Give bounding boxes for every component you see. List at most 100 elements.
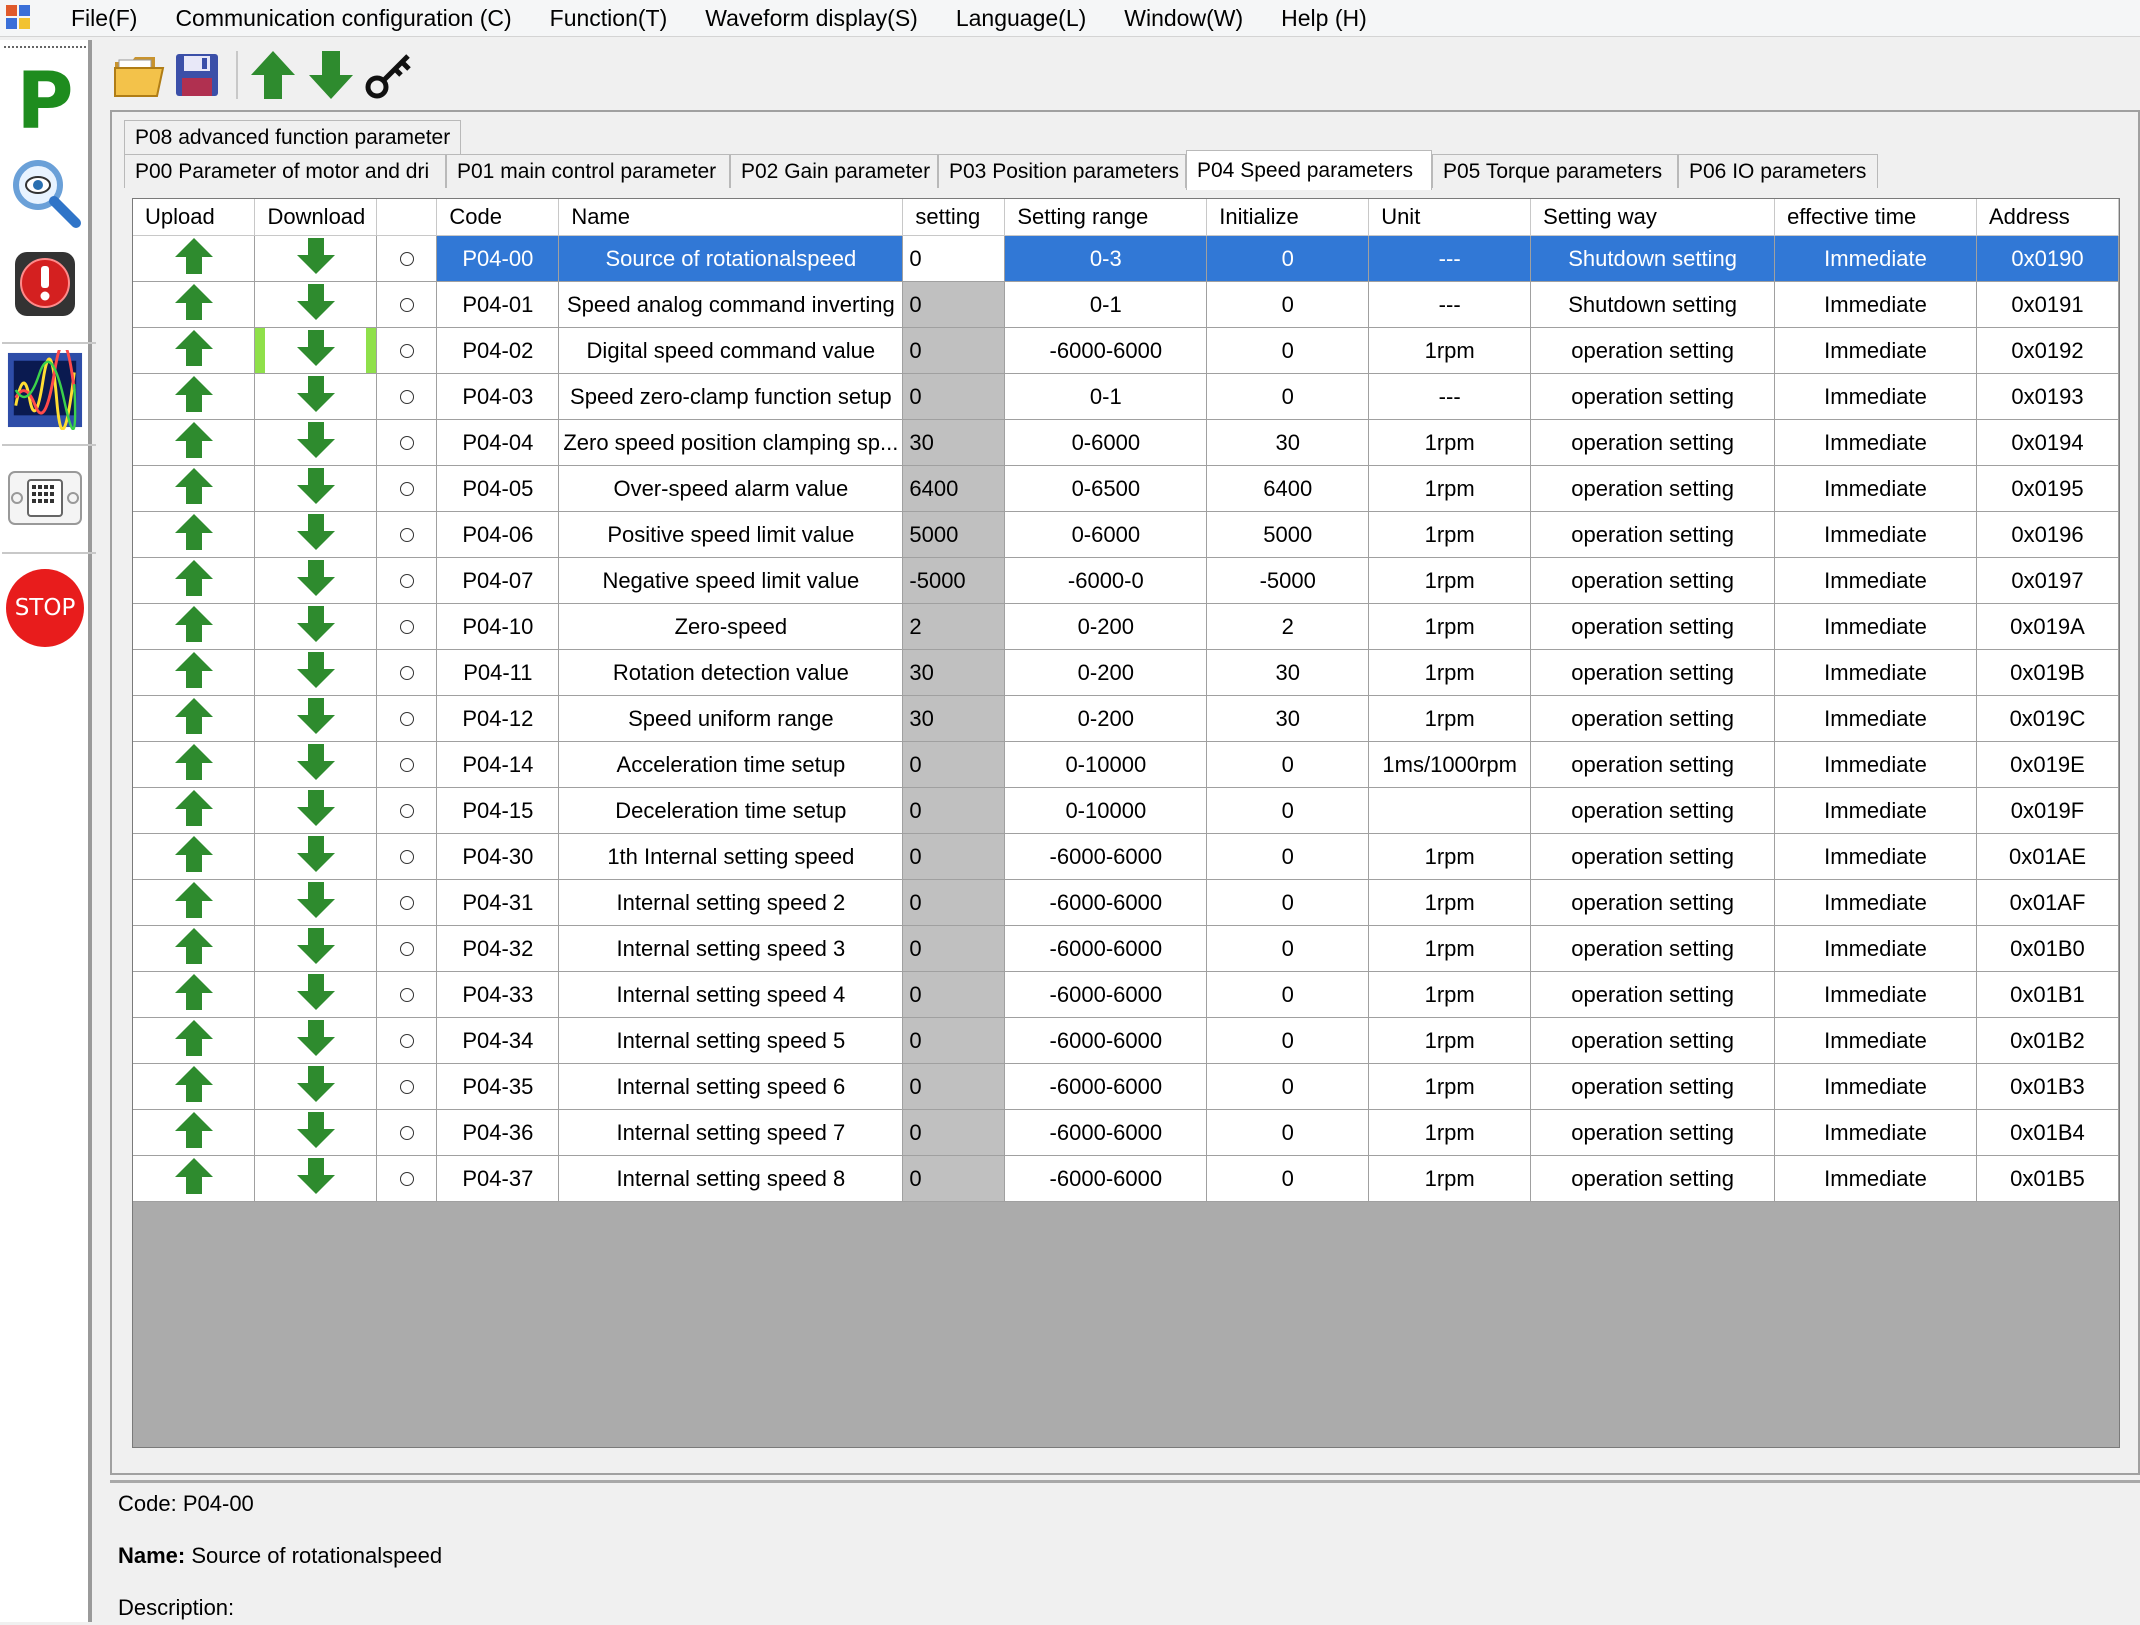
download-row-button[interactable] <box>254 879 378 926</box>
row-select-radio[interactable] <box>376 1063 438 1110</box>
table-row[interactable]: P04-05 Over-speed alarm value 6400 0-6500 64… <box>133 465 2119 512</box>
table-row[interactable]: P04-02 Digital speed command value 0 -6000-… <box>133 327 2119 374</box>
upload-row-button[interactable] <box>133 465 256 512</box>
row-select-radio[interactable] <box>376 419 438 466</box>
cell-setting[interactable]: 6400 <box>902 465 1006 512</box>
menu-window[interactable]: Window(W) <box>1105 5 1262 32</box>
upload-row-button[interactable] <box>133 1063 256 1110</box>
column-header-setting-way[interactable]: Setting way <box>1530 199 1776 236</box>
table-row[interactable]: P04-14 Acceleration time setup 0 0-10000 0 1m… <box>133 741 2119 788</box>
cell-setting[interactable]: 0 <box>902 235 1006 282</box>
table-row[interactable]: P04-11 Rotation detection value 30 0-200 30 1… <box>133 649 2119 696</box>
download-row-button[interactable] <box>254 511 378 558</box>
cell-setting[interactable]: 0 <box>902 1109 1006 1156</box>
table-row[interactable]: P04-00 Source of rotationalspeed 0 0-3 0 --- S… <box>133 235 2119 282</box>
tab-p00[interactable]: P00 Parameter of motor and dri <box>124 154 446 188</box>
download-row-button[interactable] <box>254 419 378 466</box>
menu-waveform-display[interactable]: Waveform display(S) <box>686 5 937 32</box>
upload-row-button[interactable] <box>133 1109 256 1156</box>
download-row-button[interactable] <box>254 833 378 880</box>
upload-row-button[interactable] <box>133 419 256 466</box>
table-row[interactable]: P04-31 Internal setting speed 2 0 -6000-600… <box>133 879 2119 926</box>
cell-setting[interactable]: 0 <box>902 925 1006 972</box>
cell-setting[interactable]: 0 <box>902 971 1006 1018</box>
cell-setting[interactable]: 5000 <box>902 511 1006 558</box>
download-row-button[interactable] <box>254 557 378 604</box>
upload-row-button[interactable] <box>133 971 256 1018</box>
table-row[interactable]: P04-36 Internal setting speed 7 0 -6000-600… <box>133 1109 2119 1156</box>
column-header-download[interactable]: Download <box>254 199 378 236</box>
column-header-effective-time[interactable]: effective time <box>1774 199 1977 236</box>
tab-p06[interactable]: P06 IO parameters <box>1678 154 1878 188</box>
alarm-button[interactable] <box>6 244 84 324</box>
upload-row-button[interactable] <box>133 1017 256 1064</box>
menu-function[interactable]: Function(T) <box>531 5 687 32</box>
table-row[interactable]: P04-30 1th Internal setting speed 0 -6000-6… <box>133 833 2119 880</box>
row-select-radio[interactable] <box>376 741 438 788</box>
table-row[interactable]: P04-32 Internal setting speed 3 0 -6000-600… <box>133 925 2119 972</box>
column-header-upload[interactable]: Upload <box>133 199 256 236</box>
cell-setting[interactable]: 2 <box>902 603 1006 650</box>
download-row-button[interactable] <box>254 787 378 834</box>
row-select-radio[interactable] <box>376 511 438 558</box>
download-row-button[interactable] <box>254 373 378 420</box>
open-button[interactable] <box>112 48 166 102</box>
upload-row-button[interactable] <box>133 695 256 742</box>
upload-row-button[interactable] <box>133 235 256 282</box>
download-row-button[interactable] <box>254 695 378 742</box>
row-select-radio[interactable] <box>376 1017 438 1064</box>
upload-row-button[interactable] <box>133 925 256 972</box>
table-row[interactable]: P04-12 Speed uniform range 30 0-200 30 1rpm op… <box>133 695 2119 742</box>
row-select-radio[interactable] <box>376 281 438 328</box>
column-header-initialize[interactable]: Initialize <box>1206 199 1370 236</box>
download-row-button[interactable] <box>254 925 378 972</box>
column-header-select[interactable] <box>376 199 438 236</box>
upload-all-button[interactable] <box>246 48 300 102</box>
download-row-button[interactable] <box>254 327 378 374</box>
upload-row-button[interactable] <box>133 281 256 328</box>
column-header-address[interactable]: Address <box>1976 199 2119 236</box>
row-select-radio[interactable] <box>376 465 438 512</box>
row-select-radio[interactable] <box>376 879 438 926</box>
column-header-setting-range[interactable]: Setting range <box>1004 199 1208 236</box>
cell-setting[interactable]: 0 <box>902 281 1006 328</box>
upload-row-button[interactable] <box>133 879 256 926</box>
row-select-radio[interactable] <box>376 603 438 650</box>
download-row-button[interactable] <box>254 281 378 328</box>
row-select-radio[interactable] <box>376 327 438 374</box>
upload-row-button[interactable] <box>133 557 256 604</box>
table-row[interactable]: P04-03 Speed zero-clamp function setup 0 0-… <box>133 373 2119 420</box>
download-row-button[interactable] <box>254 1109 378 1156</box>
tab-p01[interactable]: P01 main control parameter <box>446 154 730 188</box>
cell-setting[interactable]: 0 <box>902 373 1006 420</box>
upload-row-button[interactable] <box>133 327 256 374</box>
tab-p03[interactable]: P03 Position parameters <box>938 154 1186 188</box>
stop-button[interactable]: STOP <box>6 568 84 648</box>
tab-p05[interactable]: P05 Torque parameters <box>1432 154 1678 188</box>
table-row[interactable]: P04-10 Zero-speed 2 0-200 2 1rpm operation set… <box>133 603 2119 650</box>
download-row-button[interactable] <box>254 741 378 788</box>
table-row[interactable]: P04-37 Internal setting speed 8 0 -6000-600… <box>133 1155 2119 1202</box>
download-row-button[interactable] <box>254 603 378 650</box>
row-select-radio[interactable] <box>376 787 438 834</box>
menu-help[interactable]: Help (H) <box>1262 5 1386 32</box>
row-select-radio[interactable] <box>376 971 438 1018</box>
cell-setting[interactable]: 0 <box>902 787 1006 834</box>
column-header-setting[interactable]: setting <box>902 199 1006 236</box>
cell-setting[interactable]: 0 <box>902 741 1006 788</box>
table-row[interactable]: P04-06 Positive speed limit value 5000 0-60… <box>133 511 2119 558</box>
download-row-button[interactable] <box>254 1017 378 1064</box>
tab-p02[interactable]: P02 Gain parameter <box>730 154 938 188</box>
monitor-button[interactable] <box>6 152 84 232</box>
download-all-button[interactable] <box>304 48 358 102</box>
row-select-radio[interactable] <box>376 557 438 604</box>
download-row-button[interactable] <box>254 1063 378 1110</box>
upload-row-button[interactable] <box>133 787 256 834</box>
download-row-button[interactable] <box>254 1155 378 1202</box>
cell-setting[interactable]: 0 <box>902 833 1006 880</box>
row-select-radio[interactable] <box>376 833 438 880</box>
download-row-button[interactable] <box>254 235 378 282</box>
keypad-button[interactable] <box>6 458 84 538</box>
row-select-radio[interactable] <box>376 1155 438 1202</box>
column-header-name[interactable]: Name <box>558 199 904 236</box>
